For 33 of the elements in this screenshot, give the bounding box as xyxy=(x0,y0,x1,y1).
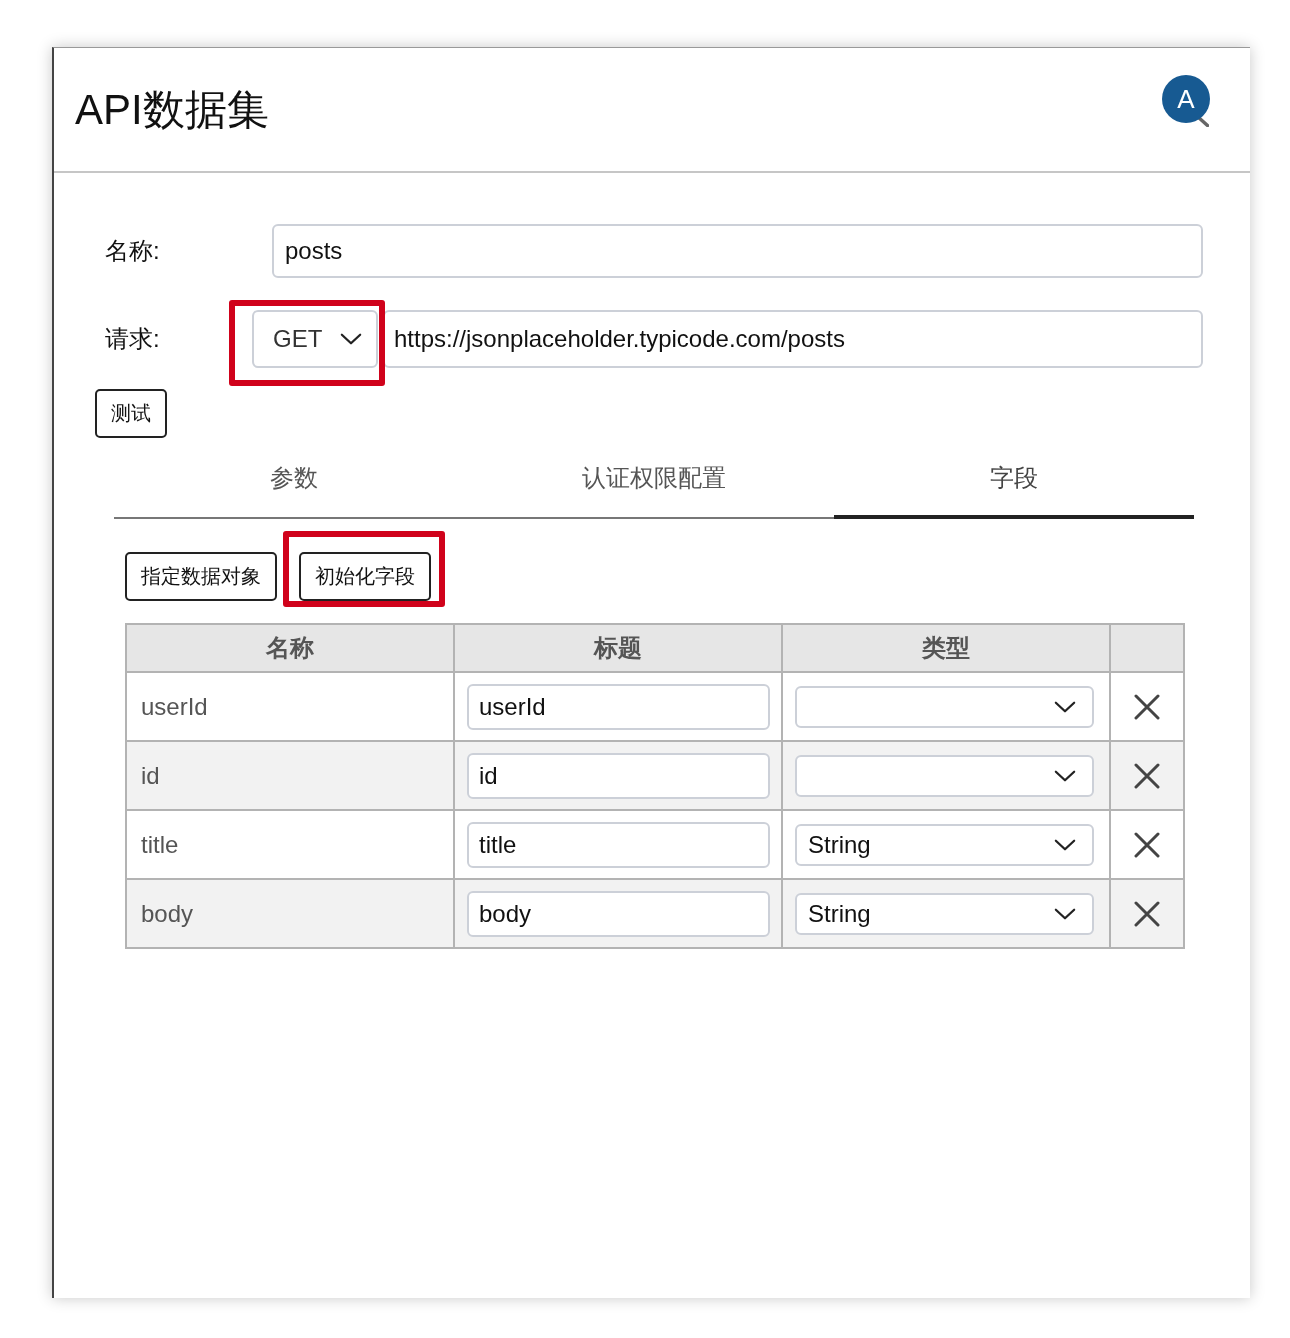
column-header: 标题 xyxy=(454,624,782,672)
method-select[interactable]: GET xyxy=(252,310,378,368)
table-cell: id xyxy=(126,741,454,810)
type-select[interactable]: String xyxy=(795,823,1094,866)
tab[interactable]: 认证权限配置 xyxy=(474,440,834,519)
title-field[interactable]: id xyxy=(467,752,770,799)
title-field[interactable]: body xyxy=(467,890,770,937)
column-header: 名称 xyxy=(126,624,454,672)
url-field[interactable]: https://jsonplaceholder.typicode.com/posts xyxy=(383,310,1203,368)
test-button[interactable]: 测试 xyxy=(95,389,167,438)
name-field[interactable]: posts xyxy=(272,224,1203,278)
action-button[interactable]: 指定数据对象 xyxy=(125,552,277,601)
name-label: 名称: xyxy=(105,236,161,266)
close-icon[interactable] xyxy=(1134,693,1160,720)
column-header: 类型 xyxy=(782,624,1110,672)
marker-badge: A xyxy=(1162,75,1210,123)
chevron-down-icon xyxy=(1054,700,1076,713)
close-icon[interactable] xyxy=(1134,762,1160,789)
chevron-down-icon xyxy=(1054,907,1076,920)
table-cell: body xyxy=(126,879,454,948)
chevron-down-icon xyxy=(1054,838,1076,851)
chevron-down-icon xyxy=(340,333,362,345)
close-icon[interactable] xyxy=(1134,831,1160,858)
action-button[interactable]: 初始化字段 xyxy=(299,552,431,601)
request-label: 请求: xyxy=(105,324,161,354)
title-field[interactable]: title xyxy=(467,821,770,868)
close-icon[interactable] xyxy=(1134,900,1160,927)
chevron-down-icon xyxy=(1054,769,1076,782)
type-select[interactable]: String xyxy=(795,892,1094,935)
tab[interactable]: 字段 xyxy=(834,440,1194,519)
title-field[interactable]: userId xyxy=(467,683,770,730)
window-title: API数据集 xyxy=(75,86,269,134)
tab[interactable]: 参数 xyxy=(114,440,474,519)
